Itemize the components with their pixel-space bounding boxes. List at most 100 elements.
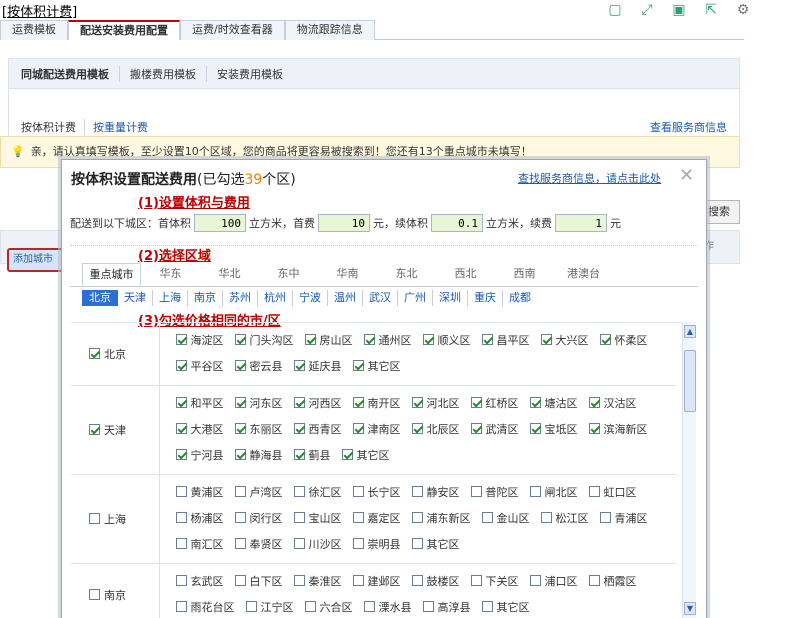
district-checkbox[interactable] xyxy=(588,486,600,497)
district-option[interactable]: 其它区 xyxy=(481,599,530,615)
tab-logistics-tracking[interactable]: 物流跟踪信息 xyxy=(284,20,375,40)
district-checkbox[interactable] xyxy=(175,423,187,434)
district-option[interactable]: 其它区 xyxy=(411,536,460,552)
city-tab[interactable]: 宁波 xyxy=(293,290,328,306)
district-option[interactable]: 大兴区 xyxy=(540,332,589,348)
tab-city-delivery[interactable]: 同城配送费用模板 xyxy=(21,65,120,82)
charge-by-weight[interactable]: 按重量计费 xyxy=(93,119,156,135)
district-option[interactable]: 建邺区 xyxy=(352,573,401,589)
district-checkbox[interactable] xyxy=(363,601,375,612)
region-tab[interactable]: 西南 xyxy=(495,263,554,286)
district-checkbox[interactable] xyxy=(363,334,375,345)
city-tab[interactable]: 上海 xyxy=(153,290,188,306)
district-checkbox[interactable] xyxy=(293,486,305,497)
district-option[interactable]: 宁河县 xyxy=(175,447,224,463)
district-checkbox[interactable] xyxy=(293,449,305,460)
district-option[interactable]: 延庆县 xyxy=(293,358,342,374)
district-checkbox[interactable] xyxy=(481,512,493,523)
city-checkbox[interactable] xyxy=(89,513,100,524)
district-option[interactable]: 红桥区 xyxy=(470,395,519,411)
district-checkbox[interactable] xyxy=(470,575,482,586)
tab-install-fee[interactable]: 安装费用模板 xyxy=(207,66,293,82)
district-checkbox[interactable] xyxy=(411,423,423,434)
district-checkbox[interactable] xyxy=(293,512,305,523)
district-option[interactable]: 和平区 xyxy=(175,395,224,411)
district-option[interactable]: 平谷区 xyxy=(175,358,224,374)
district-checkbox[interactable] xyxy=(293,423,305,434)
district-option[interactable]: 海淀区 xyxy=(175,332,224,348)
district-option[interactable]: 玄武区 xyxy=(175,573,224,589)
city-tab[interactable]: 温州 xyxy=(328,290,363,306)
view-service-provider-link[interactable]: 查看服务商信息 xyxy=(650,119,727,135)
district-option[interactable]: 静安区 xyxy=(411,484,460,500)
district-checkbox[interactable] xyxy=(411,486,423,497)
district-option[interactable]: 栖霞区 xyxy=(588,573,637,589)
district-option[interactable]: 金山区 xyxy=(481,510,530,526)
district-option[interactable]: 崇明县 xyxy=(352,536,401,552)
district-checkbox[interactable] xyxy=(234,397,246,408)
district-checkbox[interactable] xyxy=(411,512,423,523)
district-option[interactable]: 普陀区 xyxy=(470,484,519,500)
district-checkbox[interactable] xyxy=(175,449,187,460)
district-option[interactable]: 雨花台区 xyxy=(175,599,235,615)
city-tab[interactable]: 天津 xyxy=(118,290,153,306)
district-checkbox[interactable] xyxy=(540,512,552,523)
district-checkbox[interactable] xyxy=(352,423,364,434)
tab-delivery-install-config[interactable]: 配送安装费用配置 xyxy=(68,20,180,40)
district-checkbox[interactable] xyxy=(352,360,364,371)
district-checkbox[interactable] xyxy=(411,538,423,549)
district-checkbox[interactable] xyxy=(588,575,600,586)
region-tab[interactable]: 东北 xyxy=(377,263,436,286)
city-tab[interactable]: 重庆 xyxy=(468,290,503,306)
region-tab[interactable]: 东中 xyxy=(259,263,318,286)
district-option[interactable]: 六合区 xyxy=(304,599,353,615)
city-cell[interactable]: 上海 xyxy=(71,474,160,564)
district-checkbox[interactable] xyxy=(341,449,353,460)
scroll-down-icon[interactable]: ▼ xyxy=(684,602,696,615)
district-option[interactable]: 西青区 xyxy=(293,421,342,437)
district-option[interactable]: 长宁区 xyxy=(352,484,401,500)
city-tab[interactable]: 苏州 xyxy=(223,290,258,306)
district-option[interactable]: 河东区 xyxy=(234,395,283,411)
district-option[interactable]: 嘉定区 xyxy=(352,510,401,526)
save-icon[interactable]: ▣ xyxy=(663,1,695,19)
district-option[interactable]: 塘沽区 xyxy=(529,395,578,411)
district-checkbox[interactable] xyxy=(411,575,423,586)
city-checkbox[interactable] xyxy=(89,424,100,435)
district-option[interactable]: 闵行区 xyxy=(234,510,283,526)
city-checkbox[interactable] xyxy=(89,589,100,600)
district-checkbox[interactable] xyxy=(352,486,364,497)
district-checkbox[interactable] xyxy=(175,538,187,549)
district-option[interactable]: 昌平区 xyxy=(481,332,530,348)
district-checkbox[interactable] xyxy=(529,397,541,408)
scroll-up-icon[interactable]: ▲ xyxy=(684,325,696,338)
district-option[interactable]: 东丽区 xyxy=(234,421,283,437)
district-option[interactable]: 奉贤区 xyxy=(234,536,283,552)
district-option[interactable]: 其它区 xyxy=(341,447,390,463)
settings-icon[interactable]: ⚙ xyxy=(727,1,759,19)
district-option[interactable]: 鼓楼区 xyxy=(411,573,460,589)
district-checkbox[interactable] xyxy=(411,397,423,408)
district-option[interactable]: 虹口区 xyxy=(588,484,637,500)
district-checkbox[interactable] xyxy=(422,601,434,612)
district-option[interactable]: 闸北区 xyxy=(529,484,578,500)
district-option[interactable]: 下关区 xyxy=(470,573,519,589)
district-option[interactable]: 徐汇区 xyxy=(293,484,342,500)
find-service-provider-link[interactable]: 查找服务商信息，请点击此处 xyxy=(518,170,661,186)
district-option[interactable]: 静海县 xyxy=(234,447,283,463)
region-tab[interactable]: 重点城市 xyxy=(82,263,141,286)
district-checkbox[interactable] xyxy=(529,423,541,434)
city-checkbox[interactable] xyxy=(89,348,100,359)
district-option[interactable]: 江宁区 xyxy=(245,599,294,615)
district-checkbox[interactable] xyxy=(470,423,482,434)
close-icon[interactable]: ✕ xyxy=(679,165,694,186)
charge-by-volume[interactable]: 按体积计费 xyxy=(21,119,85,135)
share-icon[interactable]: ⇱ xyxy=(695,1,727,19)
district-option[interactable]: 松江区 xyxy=(540,510,589,526)
city-tab[interactable]: 北京 xyxy=(82,290,118,306)
first-volume-input[interactable] xyxy=(194,214,246,232)
region-tab[interactable]: 港澳台 xyxy=(554,263,613,286)
district-checkbox[interactable] xyxy=(481,334,493,345)
district-checkbox[interactable] xyxy=(352,538,364,549)
district-checkbox[interactable] xyxy=(304,601,316,612)
